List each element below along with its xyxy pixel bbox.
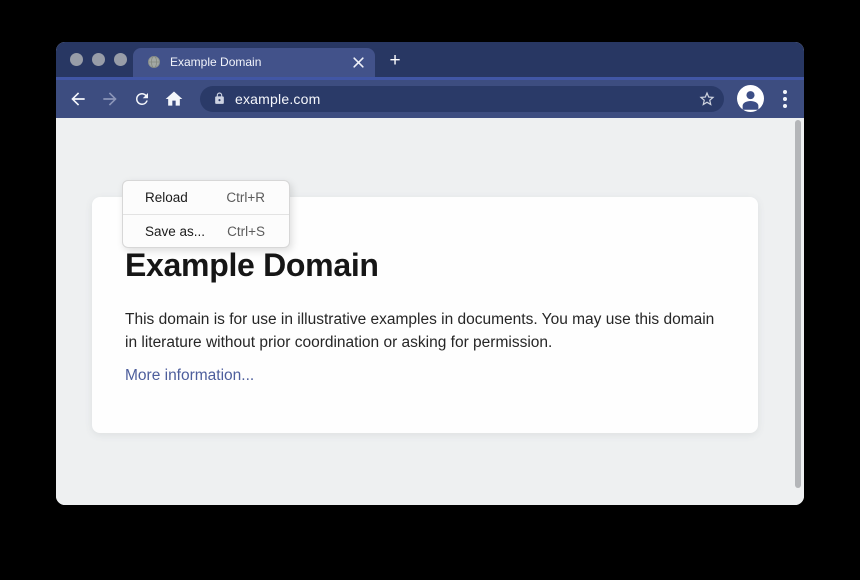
- profile-avatar[interactable]: [737, 85, 764, 112]
- page-paragraph: This domain is for use in illustrative e…: [125, 309, 730, 354]
- navigation-toolbar: example.com: [56, 77, 804, 118]
- context-menu-item-save-as[interactable]: Save as... Ctrl+S: [123, 214, 289, 247]
- globe-favicon-icon: [147, 55, 161, 69]
- vertical-scrollbar[interactable]: [795, 120, 801, 488]
- bookmark-star-icon[interactable]: [698, 90, 716, 108]
- more-information-link[interactable]: More information...: [125, 367, 254, 385]
- tab-strip: Example Domain +: [56, 42, 804, 77]
- browser-window: Example Domain + example.com: [56, 42, 804, 505]
- home-icon[interactable]: [164, 89, 184, 109]
- window-close-icon[interactable]: [70, 53, 83, 66]
- tab-title: Example Domain: [170, 48, 261, 77]
- forward-icon: [100, 89, 120, 109]
- reload-icon[interactable]: [133, 90, 151, 108]
- new-tab-button[interactable]: +: [383, 50, 407, 72]
- menu-item-label: Save as...: [145, 224, 205, 239]
- window-minimize-icon[interactable]: [92, 53, 105, 66]
- context-menu: Reload Ctrl+R Save as... Ctrl+S: [122, 180, 290, 248]
- browser-menu-icon[interactable]: [781, 89, 789, 110]
- url-text[interactable]: example.com: [235, 86, 320, 112]
- page-title: Example Domain: [125, 247, 730, 283]
- lock-icon[interactable]: [213, 92, 226, 105]
- context-menu-item-reload[interactable]: Reload Ctrl+R: [123, 181, 289, 214]
- address-bar[interactable]: example.com: [200, 86, 724, 112]
- tab-example-domain[interactable]: Example Domain: [133, 48, 375, 77]
- menu-item-shortcut: Ctrl+S: [227, 224, 265, 239]
- back-icon[interactable]: [68, 89, 88, 109]
- window-maximize-icon[interactable]: [114, 53, 127, 66]
- close-tab-icon[interactable]: [352, 56, 365, 69]
- menu-item-label: Reload: [145, 190, 188, 205]
- menu-item-shortcut: Ctrl+R: [226, 190, 265, 205]
- person-icon: [737, 85, 764, 112]
- page-viewport: Example Domain This domain is for use in…: [56, 118, 804, 505]
